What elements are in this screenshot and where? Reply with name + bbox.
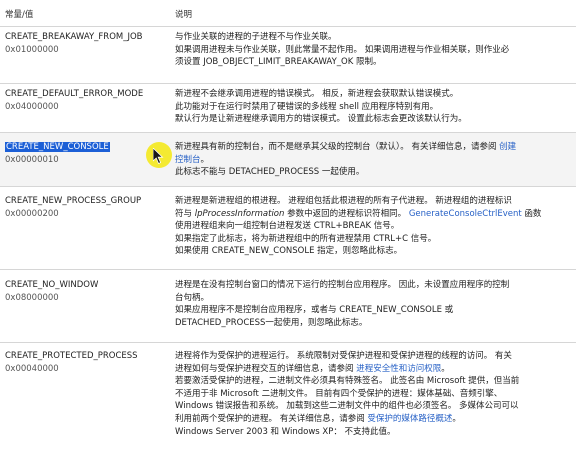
constant-value: 0x01000000 [5,45,59,55]
description-line: 如果应用程序不是控制台应用程序，或者与 CREATE_NEW_CONSOLE 或 [175,305,454,316]
description-cell: 与作业关联的进程的子进程不与作业关联。 如果调用进程未与作业关联，则此常量不起作… [175,31,571,69]
description-cell: 新进程具有新的控制台，而不是继承其父级的控制台（默认）。 有关详细信息，请参阅 … [175,141,571,179]
mouse-pointer-icon [153,148,164,164]
description-line: 此功能对于在运行时禁用了硬错误的多线程 shell 应用程序特别有用。 [175,101,439,112]
constant-name: CREATE_NEW_PROCESS_GROUP [5,196,142,206]
process-security-link[interactable]: 进程安全性和访问权限 [356,364,441,374]
description-text: 符与 [175,208,195,219]
description-line: Windows 错误报告和系统。 加载到这些二进制文件中的组件也必须签名。 多媒… [175,401,519,412]
description-text: 。 [200,154,210,165]
description-line: 如果指定了此标志，将为新进程组中的所有进程禁用 CTRL+C 信号。 [175,233,437,244]
description-text: 参数中返回的进程标识符相同。 [284,208,409,219]
constant-name: CREATE_PROTECTED_PROCESS [5,351,138,361]
description-line: 如果调用进程未与作业关联，则此常量不起作用。 如果调用进程与作业相关联，则作业必 [175,44,510,55]
constant-value: 0x00040000 [5,364,59,374]
description-line: 须设置 JOB_OBJECT_LIMIT_BREAKAWAY_OK 限制。 [175,57,382,68]
description-cell: 进程是在没有控制台窗口的情况下运行的控制台应用程序。 因此，未设置应用程序的控制… [175,279,571,329]
create-console-link[interactable]: 创建 [499,142,516,152]
description-line: 若要激活受保护的进程，二进制文件必须具有特殊签名。 此签名由 Microsoft… [175,376,520,387]
cursor-highlight [146,142,172,168]
column-header-value: 常量/值 [5,10,34,20]
description-text: 新进程具有新的控制台，而不是继承其父级的控制台（默认）。 有关详细信息，请参阅 [175,142,500,152]
description-line: 如果使用 CREATE_NEW_CONSOLE 指定，则忽略此标志。 [175,246,403,257]
constant-name: CREATE_DEFAULT_ERROR_MODE [5,89,144,99]
constant-name: CREATE_BREAKAWAY_FROM_JOB [5,32,143,42]
constant-name: CREATE_NO_WINDOW [5,280,99,290]
table-row: CREATE_NEW_PROCESS_GROUP 0x00000200 新进程是… [0,187,576,270]
description-line: 进程将作为受保护的进程运行。 系统限制对受保护进程和受保护进程的线程的访问。 有… [175,351,512,361]
description-line: Windows Server 2003 和 Windows XP： 不支持此值。 [175,426,396,437]
constant-value: 0x04000000 [5,102,59,112]
description-text: 。 [441,363,450,374]
table-row: CREATE_BREAKAWAY_FROM_JOB 0x01000000 与作业… [0,27,576,84]
description-line: 默认行为是让新进程继承调用方的错误模式。 设置此标志会更改该默认行为。 [175,114,467,125]
description-cell: 新进程不会继承调用进程的错误模式。 相反，新进程会获取默认错误模式。 此功能对于… [175,88,571,126]
table-row: CREATE_PROTECTED_PROCESS 0x00040000 进程将作… [0,343,576,453]
description-line: 此标志不能与 DETACHED_PROCESS 一起使用。 [175,167,365,178]
description-line: 进程是在没有控制台窗口的情况下运行的控制台应用程序。 因此，未设置应用程序的控制 [175,280,510,290]
description-cell: 进程将作为受保护的进程运行。 系统限制对受保护进程和受保护进程的线程的访问。 有… [175,350,571,438]
description-line: 与作业关联的进程的子进程不与作业关联。 [175,32,337,42]
constant-value: 0x00000200 [5,209,59,219]
constant-name-selected[interactable]: CREATE_NEW_CONSOLE [5,142,110,152]
description-text: 函数 [521,208,542,219]
description-line: 使用进程组来向一组控制台进程发送 CTRL+BREAK 信号。 [175,221,400,232]
param-name: lpProcessInformation [194,208,285,219]
description-line: 台句柄。 [175,292,210,303]
table-row: CREATE_DEFAULT_ERROR_MODE 0x04000000 新进程… [0,84,576,133]
description-line: DETACHED_PROCESS一起使用，则忽略此标志。 [175,317,368,328]
description-text: 利用前两个受保护的进程。 有关详细信息，请参阅 [175,413,368,424]
table-row: CREATE_NEW_CONSOLE 0x00000010 新进程具有新的控制台… [0,133,576,187]
generate-console-ctrl-event-link[interactable]: GenerateConsoleCtrlEvent [409,209,522,219]
table-row: CREATE_NO_WINDOW 0x08000000 进程是在没有控制台窗口的… [0,270,576,343]
description-line: 新进程是新进程组的根进程。 进程组包括此根进程的所有子代进程。 新进程组的进程标… [175,196,512,206]
description-line: 新进程不会继承调用进程的错误模式。 相反，新进程会获取默认错误模式。 [175,89,459,99]
description-text: 进程如何与受保护进程交互的详细信息，请参阅 [175,363,357,374]
description-cell: 新进程是新进程组的根进程。 进程组包括此根进程的所有子代进程。 新进程组的进程标… [175,195,571,258]
column-header-description: 说明 [175,10,193,20]
table-header: 常量/值 说明 [0,0,576,27]
description-text: 。 [452,413,461,424]
constant-value: 0x08000000 [5,293,59,303]
protected-media-path-link[interactable]: 受保护的媒体路径概述 [367,414,452,424]
description-line: 不适用于非 Microsoft 二进制文件。 目前有四个受保护的进程：媒体基础、… [175,388,503,399]
create-console-link-cont[interactable]: 控制台 [175,155,201,165]
